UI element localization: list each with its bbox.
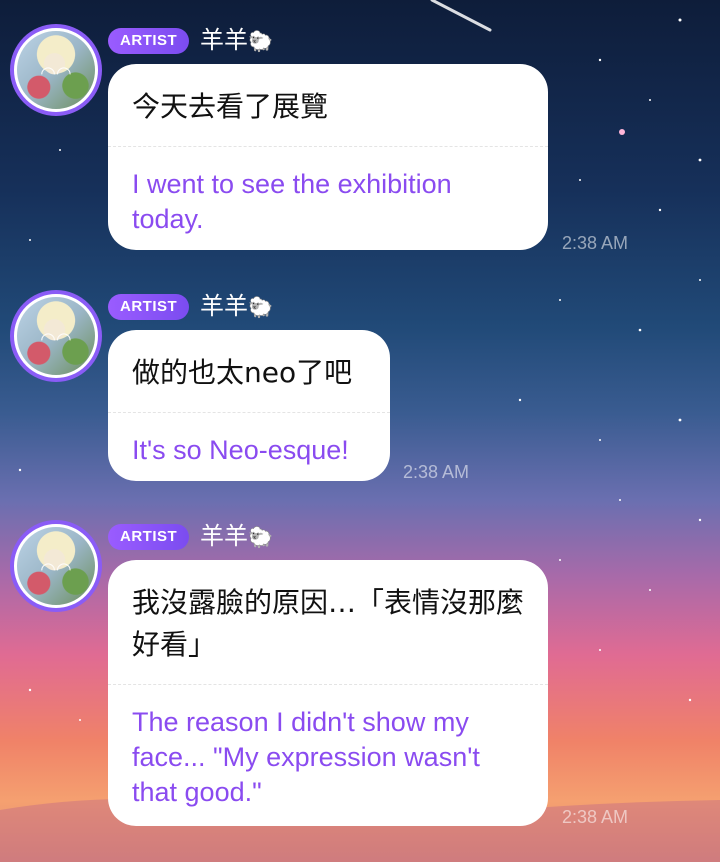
message-1: ◠◠ ARTIST 羊羊🐑 今天去看了展覽 I went to see the … — [0, 24, 720, 284]
translation-text: I went to see the exhibition today. — [132, 169, 452, 234]
avatar[interactable]: ◠◠ — [10, 520, 102, 612]
glasses-icon: ◠◠ — [40, 62, 72, 84]
sender-name: 羊羊🐑 — [200, 292, 273, 320]
message-3: ◠◠ ARTIST 羊羊🐑 我沒露臉的原因…「表情沒那麼好看」 The reas… — [0, 520, 720, 840]
avatar[interactable]: ◠◠ — [10, 290, 102, 382]
timestamp: 2:38 AM — [562, 233, 629, 253]
timestamp: 2:38 AM — [403, 462, 470, 482]
sheep-icon: 🐑 — [248, 29, 273, 53]
translation-text: The reason I didn't show my face... "My … — [132, 707, 480, 807]
translation-text: It's so Neo-esque! — [132, 435, 349, 465]
artist-badge: ARTIST — [108, 524, 190, 550]
message-bubble[interactable]: 我沒露臉的原因…「表情沒那麼好看」 The reason I didn't sh… — [108, 560, 548, 826]
sheep-icon: 🐑 — [248, 525, 273, 549]
message-bubble[interactable]: 今天去看了展覽 I went to see the exhibition tod… — [108, 64, 548, 250]
message-bubble[interactable]: 做的也太neo了吧 It's so Neo-esque! — [108, 330, 390, 481]
artist-badge: ARTIST — [108, 28, 190, 54]
sheep-icon: 🐑 — [248, 295, 273, 319]
original-text: 我沒露臉的原因…「表情沒那麼好看」 — [132, 586, 525, 661]
glasses-icon: ◠◠ — [40, 558, 72, 580]
sender-name: 羊羊🐑 — [200, 522, 273, 550]
timestamp: 2:38 AM — [562, 807, 629, 827]
original-text: 做的也太neo了吧 — [132, 356, 353, 389]
message-2: ◠◠ ARTIST 羊羊🐑 做的也太neo了吧 It's so Neo-esqu… — [0, 290, 720, 550]
sender-name: 羊羊🐑 — [200, 26, 273, 54]
avatar[interactable]: ◠◠ — [10, 24, 102, 116]
artist-badge: ARTIST — [108, 294, 190, 320]
original-text: 今天去看了展覽 — [132, 90, 329, 123]
glasses-icon: ◠◠ — [40, 328, 72, 350]
